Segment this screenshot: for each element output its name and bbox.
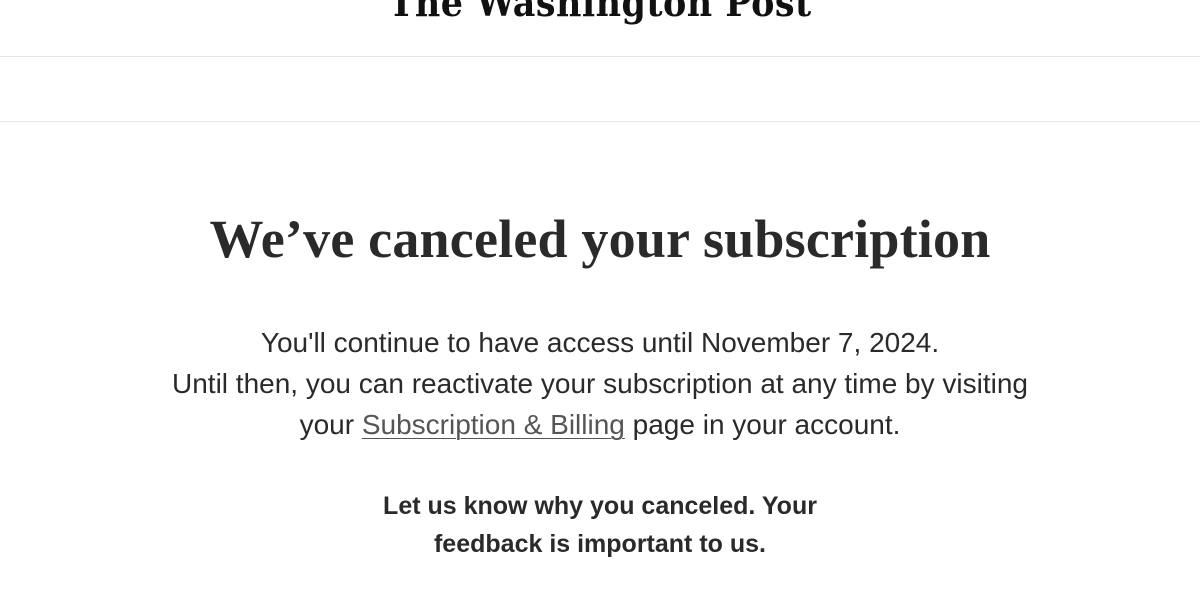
feedback-line-1: Let us know why you canceled. Your (383, 492, 817, 520)
feedback-line-2: feedback is important to us. (433, 530, 766, 558)
access-until-text: You'll continue to have access until Nov… (260, 327, 940, 358)
cancellation-confirmation: We’ve canceled your subscription You'll … (0, 122, 1200, 563)
access-message: You'll continue to have access until Nov… (110, 322, 1090, 445)
billing-link-line: your Subscription & Billing page in your… (110, 404, 1090, 445)
washington-post-logo[interactable]: The Washington Post (48, 0, 1152, 25)
secondary-nav-bar (0, 57, 1200, 122)
page-title: We’ve canceled your subscription (209, 209, 991, 269)
link-prefix-text: your (299, 409, 355, 440)
feedback-prompt: Let us know why you canceled. Your feedb… (250, 487, 950, 563)
link-suffix-text: page in your account. (632, 409, 901, 440)
subscription-billing-link[interactable]: Subscription & Billing (362, 409, 625, 440)
masthead: The Washington Post (0, 0, 1200, 57)
reactivate-text: Until then, you can reactivate your subs… (172, 368, 1028, 399)
